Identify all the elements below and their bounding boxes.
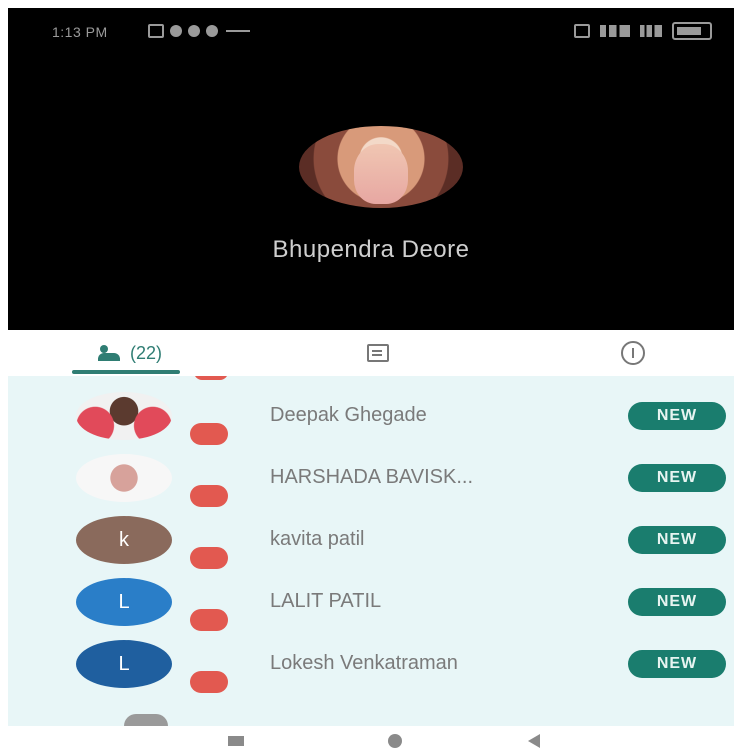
- participant-avatar: L: [76, 578, 172, 626]
- participant-badge: [190, 423, 228, 445]
- participant-name: Deepak Ghegade: [270, 404, 427, 426]
- new-pill: NEW: [628, 464, 726, 492]
- caller-name: Bhupendra Deore: [272, 236, 470, 263]
- new-pill: NEW: [628, 650, 726, 678]
- status-icons-left: [148, 24, 250, 38]
- participant-name: LALIT PATIL: [270, 590, 382, 612]
- people-icon: [97, 345, 120, 361]
- participants-list[interactable]: Deepak Ghegade NEW HARSHADA BAVISK... NE…: [8, 376, 734, 726]
- participant-avatar-partial: [124, 714, 168, 726]
- caller-avatar-image: [354, 144, 408, 204]
- google-meet-icon: [188, 25, 200, 37]
- participant-row-partial[interactable]: [8, 714, 734, 726]
- participant-badge: [190, 609, 228, 631]
- status-bar: 1:13 PM: [8, 8, 734, 54]
- new-pill: NEW: [628, 588, 726, 616]
- participant-name-partial: [270, 714, 430, 726]
- participant-avatar-initial: L: [118, 652, 130, 675]
- participant-avatar-initial: k: [119, 528, 129, 551]
- status-icons-right: [574, 22, 712, 40]
- participant-row[interactable]: L Lokesh Venkatraman NEW: [8, 632, 734, 696]
- message-icon: [148, 24, 164, 38]
- dots-icon: [226, 30, 250, 32]
- participant-row[interactable]: k kavita patil NEW: [8, 508, 734, 572]
- active-tab-indicator: [72, 370, 180, 374]
- system-navigation-bar: [8, 726, 734, 752]
- participant-avatar: [76, 392, 172, 440]
- participant-avatar-initial: L: [118, 590, 130, 613]
- participant-avatar: L: [76, 640, 172, 688]
- tab-info[interactable]: [608, 330, 658, 376]
- chat-icon: [367, 344, 389, 362]
- call-area: 1:13 PM Bhupendra Deore: [8, 8, 734, 330]
- participant-badge: [190, 485, 228, 507]
- participant-badge: [190, 547, 228, 569]
- recent-apps-icon[interactable]: [228, 736, 244, 746]
- participant-row[interactable]: HARSHADA BAVISK... NEW: [8, 446, 734, 510]
- home-icon[interactable]: [388, 734, 402, 748]
- meeting-tabs: (22): [8, 330, 734, 376]
- caller-avatar[interactable]: [299, 126, 463, 208]
- tab-people[interactable]: (22): [60, 330, 200, 376]
- settings-icon: [206, 25, 218, 37]
- tab-chat[interactable]: [358, 330, 398, 376]
- participant-name: kavita patil: [270, 528, 365, 550]
- new-pill: NEW: [628, 526, 726, 554]
- participant-name: HARSHADA BAVISK...: [270, 466, 474, 488]
- participant-avatar: [76, 454, 172, 502]
- vibrate-icon: [574, 24, 590, 38]
- back-icon[interactable]: [528, 734, 540, 748]
- participant-badge: [190, 671, 228, 693]
- signal-icon: [600, 25, 630, 37]
- info-icon: [621, 341, 645, 365]
- participant-avatar: k: [76, 516, 172, 564]
- participant-row[interactable]: Deepak Ghegade NEW: [8, 384, 734, 448]
- people-count: (22): [129, 342, 162, 363]
- whatsapp-icon: [170, 25, 182, 37]
- partial-badge-top: [194, 376, 228, 380]
- wifi-icon: [640, 25, 662, 37]
- battery-icon: [672, 22, 712, 40]
- participant-row[interactable]: L LALIT PATIL NEW: [8, 570, 734, 634]
- participant-name: Lokesh Venkatraman: [270, 652, 458, 674]
- status-time: 1:13 PM: [52, 24, 108, 40]
- new-pill: NEW: [628, 402, 726, 430]
